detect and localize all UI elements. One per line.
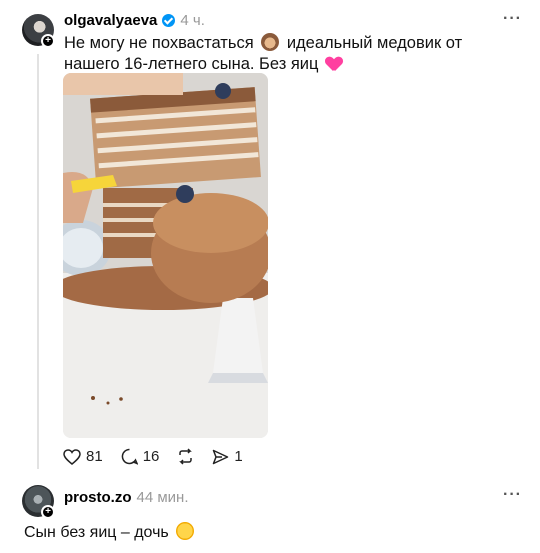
reply-time[interactable]: 44 мин.: [137, 489, 189, 506]
repost-icon: [179, 448, 193, 465]
follow-plus-icon[interactable]: +: [41, 34, 55, 48]
reply-text-content: Сын без яиц – дочь: [24, 524, 169, 541]
comment-count: 16: [142, 448, 160, 465]
heart-icon: [63, 448, 81, 465]
thread-line: [37, 54, 39, 469]
post-time[interactable]: 4 ч.: [180, 12, 205, 29]
post-username[interactable]: olgavalyaeva: [64, 12, 157, 29]
post-text: Не могу не похвастаться идеальный медови…: [64, 33, 514, 75]
repost-button[interactable]: [177, 448, 194, 465]
post-header: olgavalyaeva 4 ч.: [64, 12, 205, 29]
share-button[interactable]: 1: [212, 448, 243, 465]
comment-button[interactable]: 16: [121, 448, 160, 465]
follow-plus-icon[interactable]: +: [41, 505, 55, 519]
monkey-emoji-icon: [261, 33, 280, 51]
verified-icon: [162, 14, 176, 27]
more-options-icon[interactable]: ···: [503, 486, 522, 504]
more-options-icon[interactable]: ···: [503, 10, 522, 28]
share-icon: [213, 449, 229, 464]
reply-username[interactable]: prosto.zo: [64, 489, 132, 506]
share-count: 1: [234, 448, 243, 465]
laughing-emoji-icon: [176, 522, 195, 540]
post-video[interactable]: [63, 73, 268, 438]
like-button[interactable]: 81: [63, 448, 103, 465]
post-text-part1: Не могу не похвастаться: [64, 34, 254, 52]
comment-icon: [121, 448, 138, 465]
cake-video-frame: [63, 73, 268, 438]
post-actions: 81 16 1: [63, 448, 243, 465]
reply-header: prosto.zo 44 мин.: [64, 489, 189, 506]
pink-heart-emoji-icon: [326, 56, 342, 72]
reply-text: Сын без яиц – дочь: [24, 522, 197, 542]
like-count: 81: [86, 448, 103, 465]
